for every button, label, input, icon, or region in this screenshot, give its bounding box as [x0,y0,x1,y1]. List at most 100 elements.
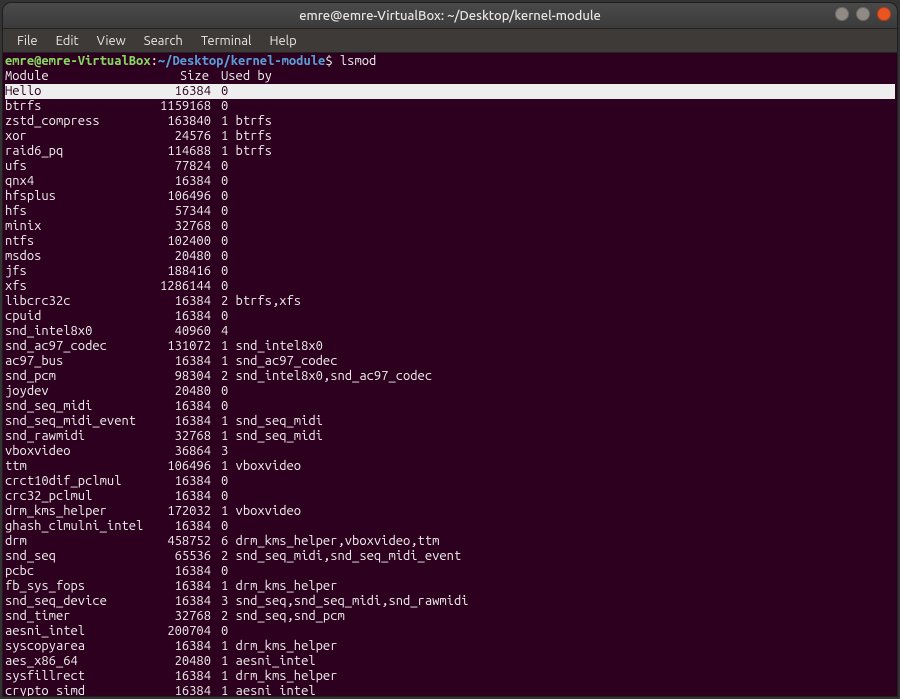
terminal-window: emre@emre-VirtualBox: ~/Desktop/kernel-m… [3,3,897,696]
module-name: crypto_simd [5,684,131,696]
module-name: snd_ac97_codec [5,339,131,354]
module-used: 1 btrfs [211,129,272,144]
module-name: hfsplus [5,189,131,204]
module-row: snd_rawmidi327681 snd_seq_midi [5,429,895,444]
module-used: 0 [211,399,228,414]
prompt-dollar: $ [325,54,340,68]
menu-terminal[interactable]: Terminal [193,32,260,50]
module-name: snd_intel8x0 [5,324,131,339]
module-used: 2 btrfs,xfs [211,294,301,309]
module-name: sysfillrect [5,669,131,684]
module-row: msdos204800 [5,249,895,264]
module-row: drm4587526 drm_kms_helper,vboxvideo,ttm [5,534,895,549]
module-name: joydev [5,384,131,399]
module-name: snd_seq_midi_event [5,414,131,429]
module-row: raid6_pq1146881 btrfs [5,144,895,159]
module-name: Hello [5,84,131,99]
close-icon[interactable] [877,7,891,21]
module-used: 0 [211,234,228,249]
module-row: zstd_compress1638401 btrfs [5,114,895,129]
module-used: 0 [211,489,228,504]
module-size: 36864 [131,444,211,459]
module-name: pcbc [5,564,131,579]
maximize-icon[interactable] [856,7,870,21]
module-name: snd_timer [5,609,131,624]
module-size: 24576 [131,129,211,144]
module-name: crct10dif_pclmul [5,474,131,489]
module-used: 0 [211,174,228,189]
prompt-colon: : [151,54,158,68]
module-used: 0 [211,189,228,204]
module-row: snd_timer327682 snd_seq,snd_pcm [5,609,895,624]
module-size: 77824 [131,159,211,174]
module-size: 40960 [131,324,211,339]
prompt-line: emre@emre-VirtualBox:~/Desktop/kernel-mo… [5,54,895,69]
minimize-icon[interactable] [835,7,849,21]
module-used: 1 aesni_intel [211,684,316,696]
module-row: aesni_intel2007040 [5,624,895,639]
module-size: 16384 [131,594,211,609]
menu-search[interactable]: Search [136,32,191,50]
module-row: xor245761 btrfs [5,129,895,144]
module-size: 16384 [131,579,211,594]
module-used: 4 [211,324,228,339]
terminal-output[interactable]: emre@emre-VirtualBox:~/Desktop/kernel-mo… [3,53,897,696]
module-used: 0 [211,99,228,114]
module-row: ttm1064961 vboxvideo [5,459,895,474]
module-name: crc32_pclmul [5,489,131,504]
window-title: emre@emre-VirtualBox: ~/Desktop/kernel-m… [299,9,601,23]
titlebar[interactable]: emre@emre-VirtualBox: ~/Desktop/kernel-m… [3,3,897,29]
module-size: 16384 [131,474,211,489]
module-row: snd_intel8x0409604 [5,324,895,339]
module-used: 1 snd_seq_midi [211,414,323,429]
module-size: 16384 [131,669,211,684]
module-used: 2 snd_seq,snd_pcm [211,609,345,624]
window-buttons [835,7,891,21]
module-row: syscopyarea163841 drm_kms_helper [5,639,895,654]
module-size: 98304 [131,369,211,384]
module-used: 3 snd_seq,snd_seq_midi,snd_rawmidi [211,594,469,609]
module-name: snd_seq_device [5,594,131,609]
module-size: 16384 [131,354,211,369]
module-row: crct10dif_pclmul163840 [5,474,895,489]
prompt-user-host: emre@emre-VirtualBox [5,54,151,68]
module-size: 20480 [131,249,211,264]
module-used: 3 [211,444,228,459]
lsmod-header: ModuleSizeUsed by [5,69,895,84]
module-name: cpuid [5,309,131,324]
module-used: 1 snd_seq_midi [211,429,323,444]
module-used: 0 [211,204,228,219]
module-name: ntfs [5,234,131,249]
module-name: vboxvideo [5,444,131,459]
module-size: 16384 [131,399,211,414]
module-size: 16384 [131,519,211,534]
module-used: 0 [211,474,228,489]
prompt-command: lsmod [340,54,376,68]
module-name: ufs [5,159,131,174]
menu-file[interactable]: File [9,32,46,50]
module-size: 16384 [131,294,211,309]
module-row: hfsplus1064960 [5,189,895,204]
module-size: 16384 [131,684,211,696]
module-used: 0 [211,564,228,579]
module-name: snd_seq [5,549,131,564]
module-row: snd_seq_device163843 snd_seq,snd_seq_mid… [5,594,895,609]
module-size: 458752 [131,534,211,549]
menu-help[interactable]: Help [261,32,304,50]
module-row: btrfs11591680 [5,99,895,114]
module-used: 0 [211,624,228,639]
module-row: ufs778240 [5,159,895,174]
menu-edit[interactable]: Edit [48,32,87,50]
module-size: 172032 [131,504,211,519]
module-size: 65536 [131,549,211,564]
menu-view[interactable]: View [89,32,134,50]
module-row: drm_kms_helper1720321 vboxvideo [5,504,895,519]
module-name: qnx4 [5,174,131,189]
module-row: snd_ac97_codec1310721 snd_intel8x0 [5,339,895,354]
hdr-used: Used by [211,69,272,84]
module-row: qnx4163840 [5,174,895,189]
module-name: jfs [5,264,131,279]
module-used: 0 [211,264,228,279]
module-used: 1 vboxvideo [211,504,301,519]
module-name: snd_pcm [5,369,131,384]
